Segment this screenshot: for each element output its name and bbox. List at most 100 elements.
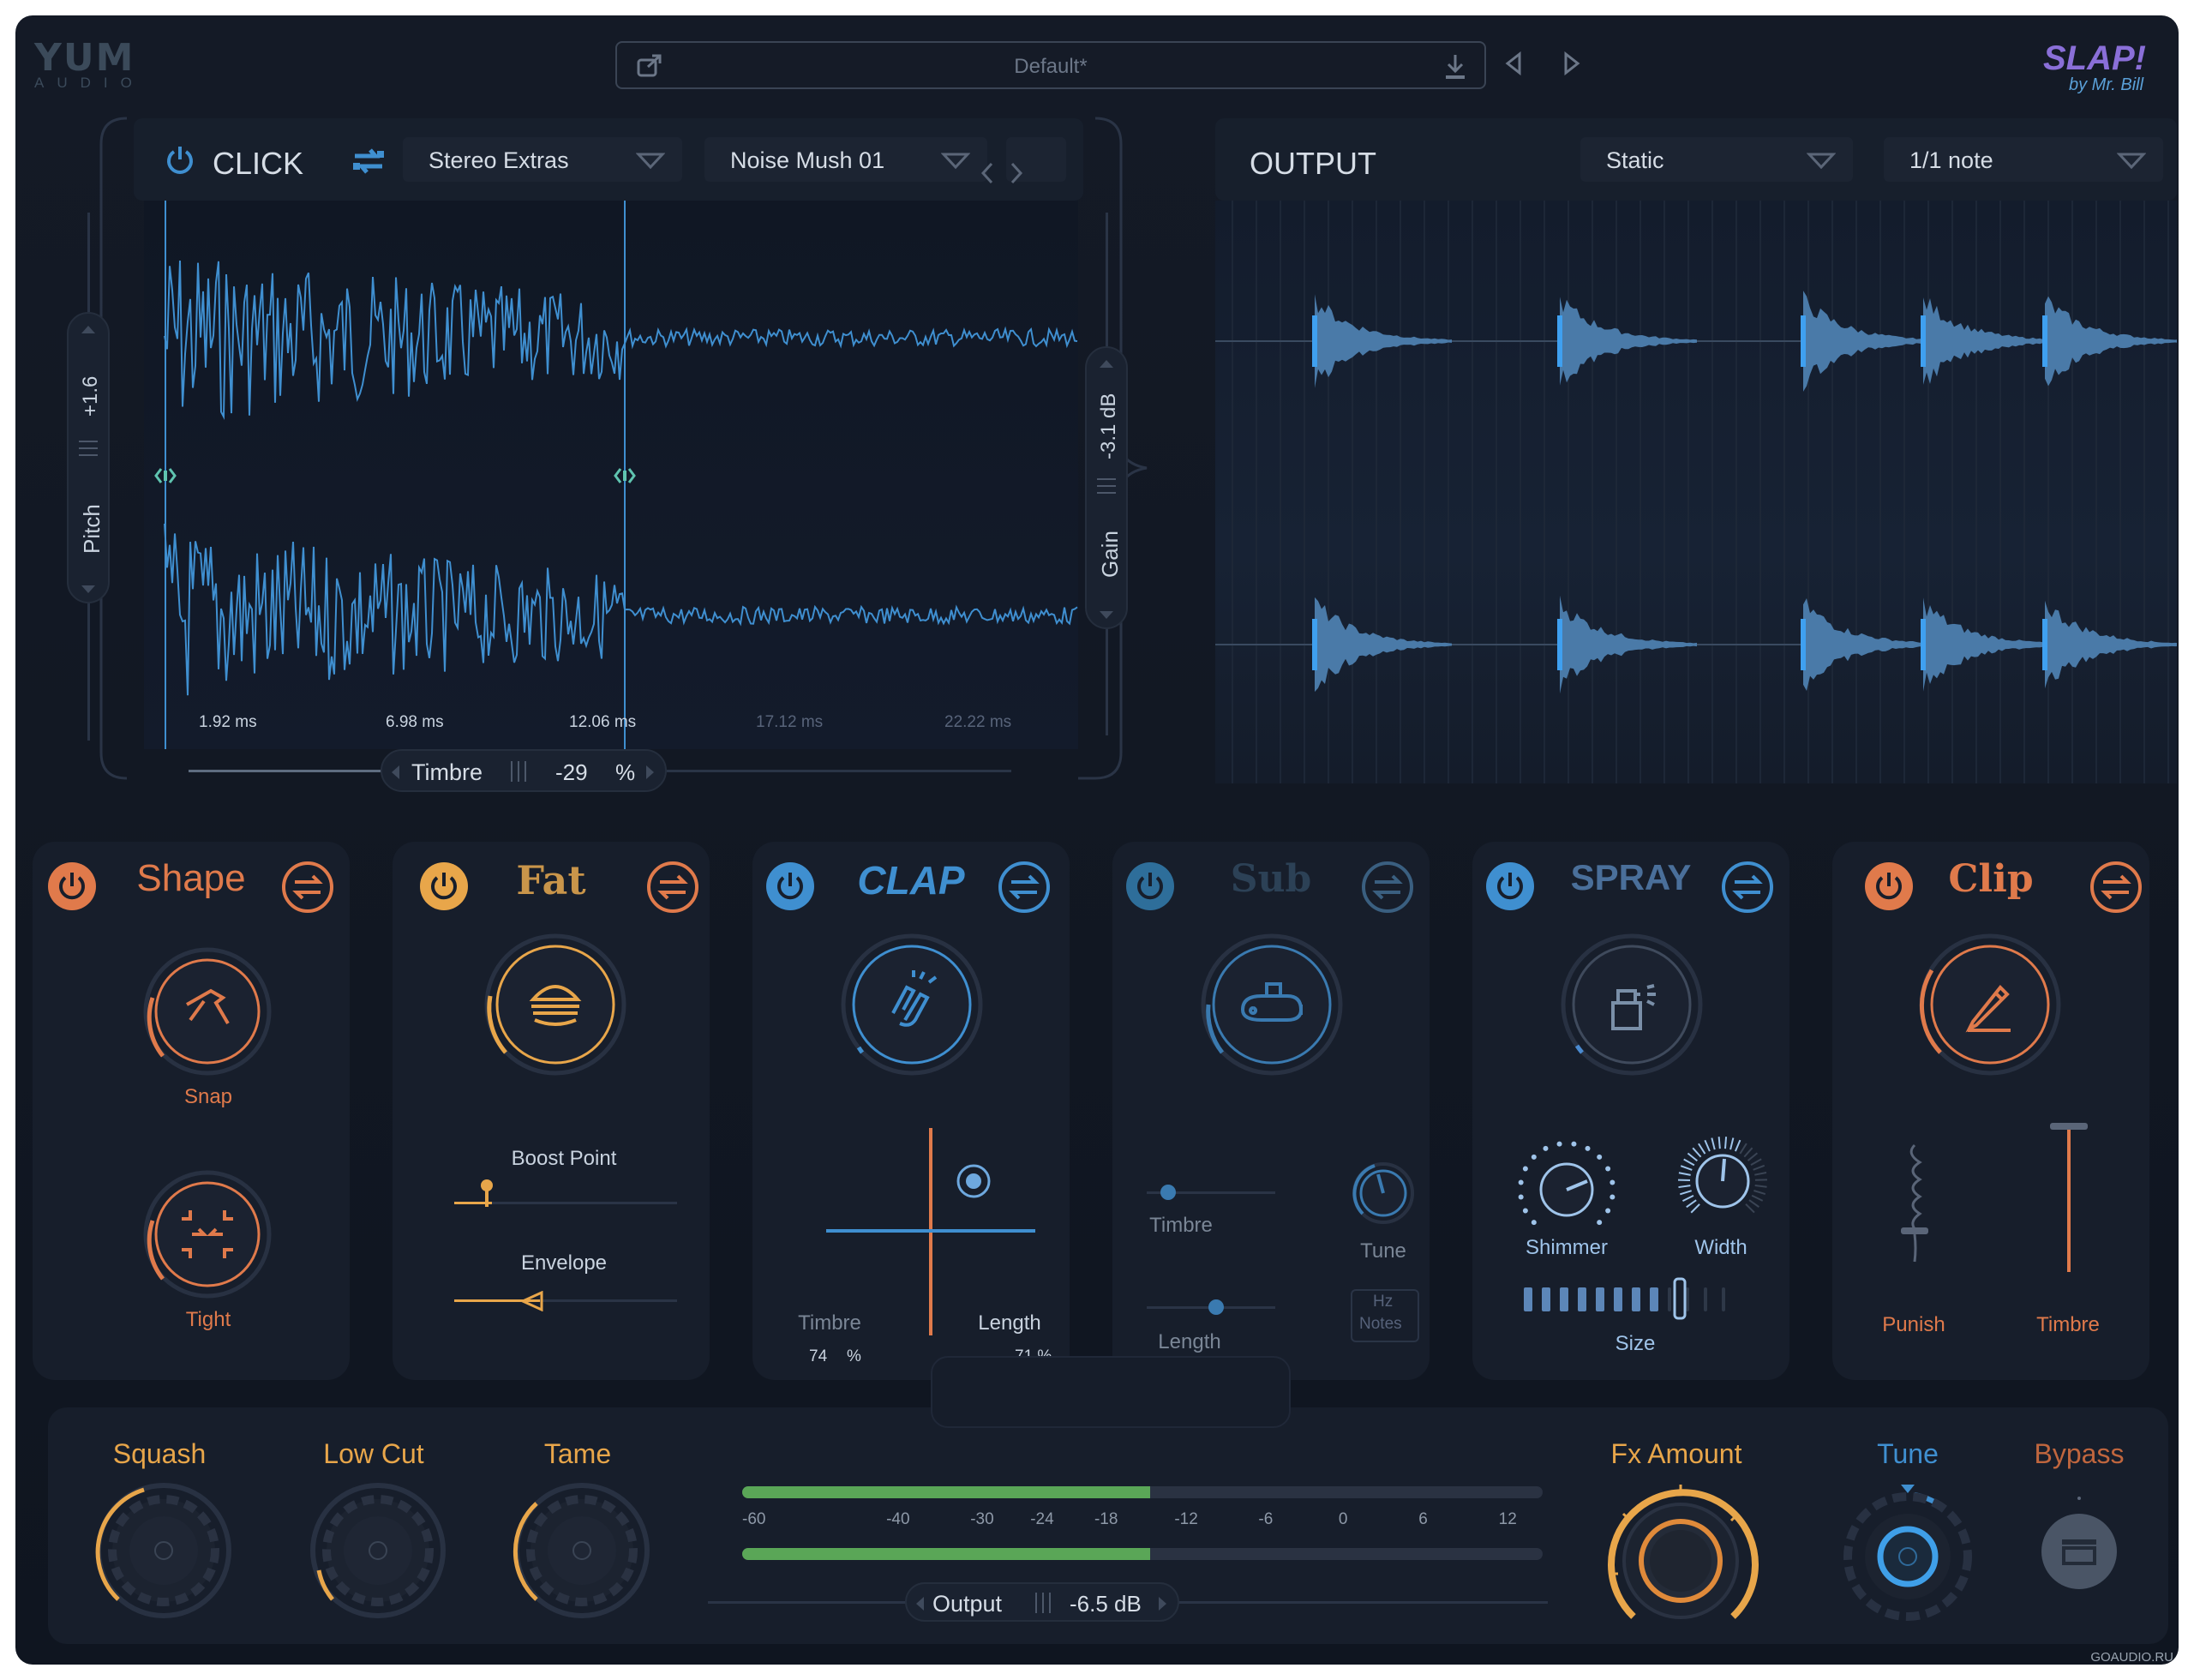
shimmer-dot bbox=[1605, 1166, 1611, 1172]
output-rate-dropdown[interactable]: 1/1 note bbox=[1884, 137, 2163, 182]
clap-swap-icon[interactable] bbox=[998, 861, 1051, 918]
width-knob[interactable] bbox=[1671, 1130, 1774, 1233]
grip-line bbox=[79, 454, 98, 456]
timbre-track-fill bbox=[189, 770, 394, 772]
end-handle-icon[interactable] bbox=[614, 466, 636, 485]
arrow-down-icon bbox=[1100, 611, 1113, 619]
spray-knob[interactable] bbox=[1555, 927, 1709, 1082]
sub-timbre-handle[interactable] bbox=[1160, 1185, 1176, 1200]
punish-slider[interactable] bbox=[1889, 1142, 1940, 1270]
meter-tick: 12 bbox=[1498, 1510, 1517, 1528]
size-slider[interactable] bbox=[1524, 1277, 1747, 1320]
click-header: CLICK Stereo Extras Noise Mush 01 bbox=[134, 118, 1083, 201]
timbre-slider[interactable]: Timbre -29 % bbox=[381, 749, 667, 792]
clip-timbre-slider[interactable] bbox=[2043, 1121, 2095, 1275]
width-tick bbox=[1678, 1185, 1691, 1189]
shape-swap-icon[interactable] bbox=[281, 861, 334, 918]
gain-slider[interactable]: -3.1 dB Gain bbox=[1085, 346, 1128, 629]
click-sample-value: Noise Mush 01 bbox=[730, 147, 885, 173]
preset-browser[interactable]: Default* bbox=[615, 41, 1486, 89]
next-preset-icon[interactable] bbox=[1562, 51, 1582, 75]
logo-text: YUM bbox=[34, 36, 135, 80]
clap-knob[interactable] bbox=[835, 927, 989, 1082]
sub-swap-icon[interactable] bbox=[1361, 861, 1414, 918]
fat-knob[interactable] bbox=[478, 927, 632, 1082]
bypass-label: Bypass bbox=[2034, 1438, 2125, 1469]
shimmer-dot bbox=[1597, 1220, 1603, 1226]
size-bar bbox=[1668, 1287, 1671, 1311]
clip-swap-icon[interactable] bbox=[2089, 861, 2143, 918]
tune-knob[interactable] bbox=[1831, 1479, 1985, 1634]
width-tick bbox=[1717, 1137, 1721, 1149]
fx-amount-knob[interactable] bbox=[1599, 1479, 1762, 1642]
output-hit-transient bbox=[1801, 315, 1806, 367]
click-category-dropdown[interactable]: Stereo Extras bbox=[403, 137, 682, 182]
fat-module: Fat Boost Point Envelope bbox=[393, 842, 710, 1380]
output-meter-right bbox=[742, 1548, 1543, 1560]
meter-tick: -6 bbox=[1258, 1510, 1274, 1528]
output-hit bbox=[2045, 600, 2177, 689]
grip-line bbox=[1042, 1593, 1044, 1613]
squash-knob[interactable] bbox=[93, 1479, 235, 1622]
click-sample-dropdown[interactable]: Noise Mush 01 bbox=[704, 137, 987, 182]
output-slider[interactable]: Output -6.5 dB bbox=[905, 1582, 1179, 1622]
width-tick bbox=[1681, 1195, 1694, 1203]
time-tick: 12.06 ms bbox=[569, 713, 637, 731]
sub-tune-knob[interactable] bbox=[1349, 1159, 1418, 1227]
size-label: Size bbox=[1615, 1332, 1656, 1355]
hz-notes-toggle[interactable]: Hz Notes bbox=[1351, 1289, 1419, 1342]
width-tick bbox=[1743, 1147, 1753, 1158]
pitch-slider[interactable]: +1.6 Pitch bbox=[67, 312, 110, 603]
gain-track bbox=[1106, 213, 1108, 350]
width-tick bbox=[1690, 1203, 1700, 1214]
spray-swap-icon[interactable] bbox=[1721, 861, 1774, 918]
shimmer-knob[interactable] bbox=[1507, 1130, 1627, 1241]
clap-xy-handle[interactable] bbox=[955, 1162, 992, 1200]
size-handle[interactable] bbox=[1673, 1277, 1687, 1320]
meter-tick: 0 bbox=[1338, 1510, 1348, 1528]
click-category-value: Stereo Extras bbox=[429, 147, 569, 173]
output-mode-dropdown[interactable]: Static bbox=[1580, 137, 1853, 182]
sub-length-handle[interactable] bbox=[1208, 1299, 1224, 1315]
previous-preset-icon[interactable] bbox=[1503, 51, 1524, 75]
snap-label: Snap bbox=[183, 1085, 233, 1108]
fat-swap-icon[interactable] bbox=[646, 861, 699, 918]
slap-brand-logo: SLAP! by Mr. Bill bbox=[2043, 38, 2180, 101]
clip-knob[interactable] bbox=[1913, 927, 2067, 1082]
click-power-icon[interactable] bbox=[165, 144, 195, 179]
tight-knob[interactable] bbox=[139, 1166, 276, 1303]
envelope-handle-icon[interactable] bbox=[521, 1291, 545, 1311]
randomize-sample-icon[interactable] bbox=[350, 144, 387, 183]
size-bar bbox=[1632, 1287, 1640, 1311]
shimmer-dot bbox=[1522, 1208, 1528, 1214]
click-waveform bbox=[164, 260, 1078, 696]
output-label: Output bbox=[932, 1591, 1003, 1617]
shimmer-dot bbox=[1522, 1166, 1528, 1172]
sample-nav bbox=[980, 137, 1066, 184]
bypass-button[interactable] bbox=[2036, 1493, 2122, 1596]
pitch-value: +1.6 bbox=[79, 375, 102, 417]
output-hit bbox=[1315, 294, 1452, 388]
time-tick: 22.22 ms bbox=[944, 713, 1012, 731]
snap-knob[interactable] bbox=[139, 943, 276, 1080]
time-tick: 6.98 ms bbox=[386, 713, 444, 731]
width-tick bbox=[1680, 1190, 1692, 1196]
width-tick bbox=[1753, 1190, 1766, 1195]
save-preset-icon[interactable] bbox=[1443, 53, 1467, 81]
hz-option[interactable]: Hz bbox=[1373, 1293, 1393, 1311]
click-waveform-display[interactable]: 1.92 ms 6.98 ms 12.06 ms 17.12 ms 22.22 … bbox=[144, 201, 1078, 749]
preset-name[interactable]: Default* bbox=[617, 55, 1484, 79]
notes-option[interactable]: Notes bbox=[1359, 1315, 1402, 1334]
boost-point-knob[interactable] bbox=[481, 1179, 493, 1191]
slap-plugin-window: YUM AUDIO Default* SLAP! by Mr. Bill CLI… bbox=[0, 0, 2194, 1680]
timbre-unit: % bbox=[615, 759, 636, 785]
sub-knob[interactable] bbox=[1195, 927, 1349, 1082]
size-bar bbox=[1704, 1287, 1707, 1311]
click-channel-wave bbox=[164, 260, 1078, 420]
pitch-label: Pitch bbox=[79, 504, 105, 554]
output-meter-left bbox=[742, 1486, 1543, 1498]
tame-knob[interactable] bbox=[511, 1479, 653, 1622]
lowcut-knob[interactable] bbox=[307, 1479, 449, 1622]
chevron-down-icon bbox=[941, 153, 970, 170]
start-handle-icon[interactable] bbox=[154, 466, 177, 485]
